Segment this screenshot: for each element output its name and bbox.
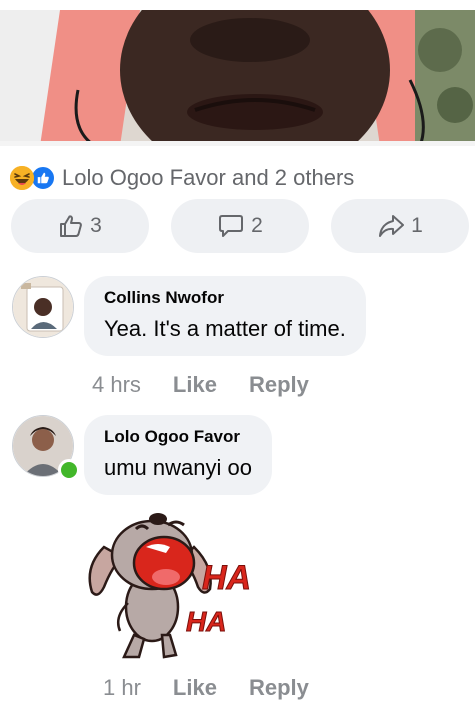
online-status-dot	[58, 459, 80, 481]
thumbs-up-icon	[60, 215, 83, 237]
comment-text: Yea. It's a matter of time.	[104, 316, 346, 341]
comment-meta: 1 hr Like Reply	[103, 675, 309, 701]
laughing-dog-sticker[interactable]: HA HA	[84, 507, 254, 662]
reactors-summary-text[interactable]: Lolo Ogoo Favor and 2 others	[62, 165, 354, 191]
comment-button[interactable]: 2	[171, 199, 309, 253]
comment-author[interactable]: Lolo Ogoo Favor	[104, 427, 252, 447]
comment-bubble-icon	[219, 215, 244, 237]
share-count: 1	[411, 214, 423, 237]
haha-icon	[10, 166, 34, 190]
post-image[interactable]	[0, 10, 475, 146]
comment-timestamp[interactable]: 4 hrs	[92, 372, 141, 398]
comment-meta: 4 hrs Like Reply	[92, 372, 309, 398]
comment-like-button[interactable]: Like	[173, 372, 217, 398]
post-action-bar: 3 2 1	[11, 199, 469, 253]
avatar[interactable]	[12, 276, 74, 338]
comment-author[interactable]: Collins Nwofor	[104, 288, 346, 308]
comment-timestamp[interactable]: 1 hr	[103, 675, 141, 701]
comment-reply-button[interactable]: Reply	[249, 372, 309, 398]
share-arrow-icon	[379, 215, 405, 237]
comment-count: 2	[251, 214, 263, 237]
comment-reply-button[interactable]: Reply	[249, 675, 309, 701]
comment-bubble[interactable]: Lolo Ogoo Favor umu nwanyi oo	[84, 415, 272, 495]
comment-bubble[interactable]: Collins Nwofor Yea. It's a matter of tim…	[84, 276, 366, 356]
like-button[interactable]: 3	[11, 199, 149, 253]
comment-like-button[interactable]: Like	[173, 675, 217, 701]
share-button[interactable]: 1	[331, 199, 469, 253]
sticker-text-ha-1: HA	[202, 559, 251, 597]
comment-text: umu nwanyi oo	[104, 455, 252, 480]
reaction-icons	[10, 165, 56, 191]
like-count: 3	[90, 214, 102, 237]
reactions-summary[interactable]: Lolo Ogoo Favor and 2 others	[10, 163, 354, 193]
sticker-text-ha-2: HA	[186, 606, 226, 637]
